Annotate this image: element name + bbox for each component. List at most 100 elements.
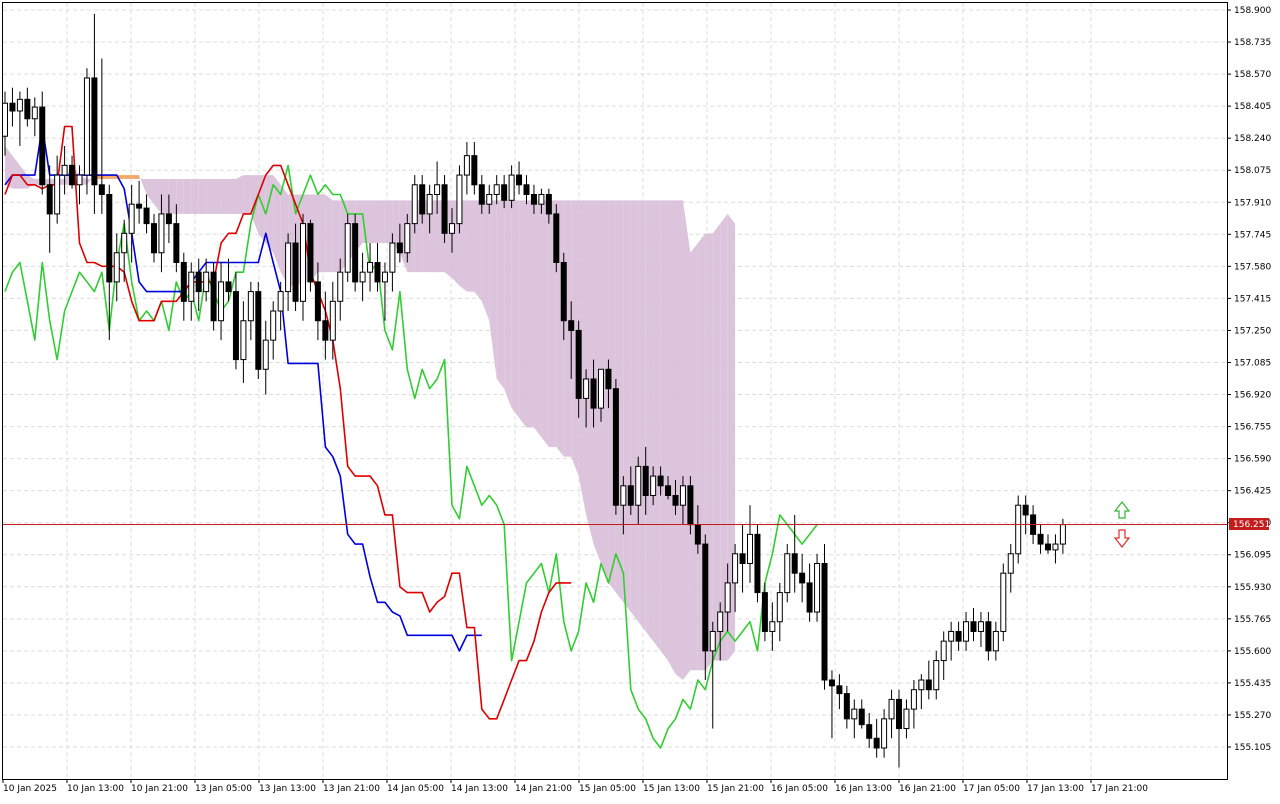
x-tick-label: 10 Jan 2025	[3, 784, 57, 794]
kumo-segment-bearish	[623, 200, 631, 613]
kumo-segment-bearish	[466, 200, 475, 292]
candle-body-bear	[985, 621, 992, 652]
candle-body-bear	[739, 553, 746, 564]
candle-body-bull	[76, 174, 83, 186]
candle	[866, 713, 873, 748]
candle-body-bear	[806, 582, 813, 613]
candle-body-bull	[903, 708, 910, 730]
candle	[255, 281, 262, 379]
kumo-segment-bearish	[504, 200, 512, 409]
candle-body-bear	[530, 193, 537, 205]
candle	[277, 281, 284, 331]
x-tick-label: 15 Jan 21:00	[707, 784, 764, 794]
candle-body-bull	[367, 261, 374, 273]
x-tick-label: 15 Jan 05:00	[579, 784, 636, 794]
candle-body-bear	[307, 223, 314, 283]
candle-body-bear	[143, 207, 150, 225]
candle	[471, 142, 478, 195]
kumo-segment-bearish	[638, 200, 646, 632]
candle-body-bear	[925, 679, 932, 691]
x-tick-label: 15 Jan 13:00	[643, 784, 700, 794]
candle-body-bear	[828, 679, 835, 687]
candle-body-bull	[1015, 504, 1022, 555]
x-tick-label: 10 Jan 13:00	[67, 784, 124, 794]
kumo-segment-bearish	[183, 178, 192, 214]
kumo-segment-bearish	[168, 178, 177, 214]
candle	[31, 97, 38, 137]
candle-body-bear	[791, 553, 798, 574]
current-price-label: 156.251	[1233, 520, 1270, 530]
candle-body-bull	[121, 232, 128, 254]
candle	[977, 612, 984, 647]
candle-body-bear	[873, 737, 880, 749]
candle	[232, 272, 239, 370]
candle-body-bear	[858, 708, 865, 726]
kumo-segment-bearish	[668, 200, 676, 675]
candle	[188, 262, 195, 321]
candle	[98, 58, 105, 214]
candle-body-bull	[203, 271, 210, 293]
candle-body-bear	[866, 724, 873, 739]
candle-body-bull	[337, 271, 344, 302]
candle	[516, 161, 523, 195]
candle	[903, 699, 910, 739]
kumo-segment-bearish	[660, 200, 669, 661]
y-tick-label: 155.270	[1234, 711, 1271, 721]
candle	[307, 219, 314, 292]
candle-body-bull	[61, 164, 68, 176]
kumo-segment-bearish	[154, 178, 162, 214]
y-tick-label: 155.435	[1234, 679, 1271, 689]
candle	[888, 689, 895, 739]
kumo-segment-bearish	[332, 200, 341, 273]
candle-body-bull	[188, 271, 195, 302]
candle	[113, 233, 120, 302]
candle-body-bear	[225, 281, 232, 293]
candle-body-bull	[963, 621, 970, 642]
candle	[456, 165, 463, 234]
candle-body-bull	[933, 660, 940, 691]
candle-body-bull	[1059, 524, 1066, 545]
candle-body-bear	[210, 271, 217, 322]
candle-body-bull	[270, 310, 277, 341]
chart-window[interactable]: 158.900 158.735 158.570 158.405 158.240 158.0…	[0, 0, 1280, 800]
candle	[240, 301, 247, 383]
candle	[1007, 544, 1014, 593]
candle-body-bear	[799, 572, 806, 584]
candle-body-bear	[843, 693, 850, 720]
kumo-segment-bearish	[139, 175, 147, 195]
x-tick-label: 10 Jan 21:00	[131, 784, 188, 794]
candle-body-bull	[456, 174, 463, 225]
candle-body-bear	[553, 213, 560, 263]
candle-body-bear	[836, 685, 843, 695]
kumo-segment-bearish	[146, 178, 154, 205]
candle-body-bear	[694, 524, 701, 545]
candle-body-bull	[449, 223, 455, 234]
candle-body-bull	[776, 592, 783, 623]
y-tick-label: 155.600	[1234, 647, 1271, 657]
kumo-segment-bearish	[712, 223, 721, 661]
kumo-segment-bearish	[221, 178, 229, 214]
candle-body-bull	[769, 621, 776, 632]
candle-body-bear	[627, 485, 634, 506]
kumo-segment-bearish	[474, 200, 482, 302]
candle-body-bull	[158, 213, 165, 254]
candle-body-bull	[814, 562, 821, 613]
price-chart[interactable]: 158.900 158.735 158.570 158.405 158.240 158.0…	[0, 0, 1280, 800]
candle-body-bull	[381, 271, 388, 283]
candle	[784, 544, 791, 603]
candle-body-bear	[98, 184, 105, 195]
y-tick-label: 156.590	[1234, 455, 1271, 465]
y-tick-label: 157.415	[1234, 294, 1271, 304]
up-arrow-icon	[1113, 501, 1131, 519]
candle-body-bear	[687, 485, 694, 526]
candle-body-bear	[478, 184, 485, 205]
y-tick-label: 155.765	[1234, 615, 1271, 625]
kumo-segment-bearish	[198, 178, 207, 214]
kumo-segment-bearish	[533, 200, 542, 438]
candle-body-bull	[851, 708, 858, 720]
candle	[218, 262, 225, 341]
candle-body-bear	[1037, 533, 1044, 545]
candle-body-bull	[620, 485, 627, 506]
candle-body-bull	[732, 553, 739, 584]
candle	[836, 674, 843, 710]
